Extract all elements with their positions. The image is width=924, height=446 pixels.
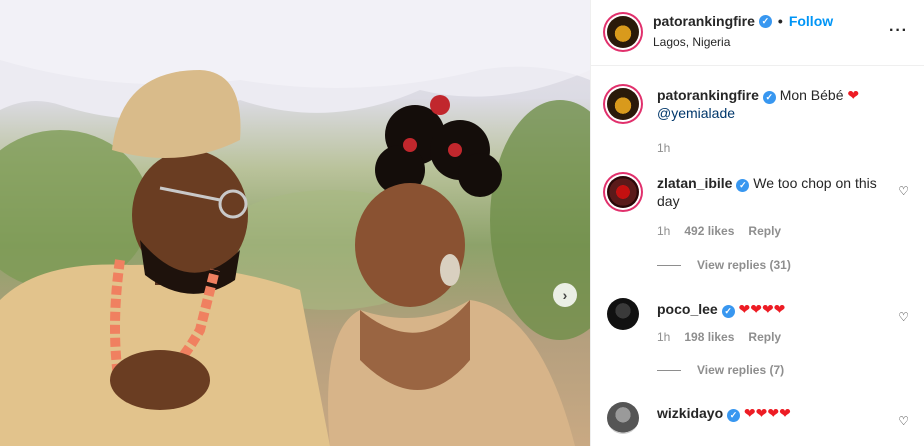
caption-avatar[interactable] [607, 88, 639, 120]
view-replies-label: View replies (31) [697, 258, 791, 272]
comment-body: poco_lee ✓ ❤❤❤❤ [657, 300, 887, 318]
commenter-avatar[interactable] [607, 402, 639, 434]
follow-button[interactable]: Follow [789, 13, 833, 29]
comment-username[interactable]: poco_lee [657, 301, 718, 317]
reply-button[interactable]: Reply [748, 330, 781, 344]
comments-list[interactable]: patorankingfire ✓ Mon Bébé ❤ @yemialade … [591, 66, 924, 446]
more-options-icon[interactable]: ··· [889, 22, 908, 40]
caption-mention[interactable]: @yemialade [657, 105, 735, 121]
commenter-avatar[interactable] [607, 298, 639, 330]
comment-meta-row: 1h 492 likes Reply [657, 224, 781, 238]
comment-time[interactable]: 1h [657, 224, 670, 238]
separator-dot: • [777, 13, 783, 29]
verified-badge-icon: ✓ [762, 91, 776, 104]
replies-line-divider [657, 264, 681, 266]
comment-time[interactable]: 1h [657, 330, 670, 344]
photo-illustration [0, 0, 590, 446]
post-photo[interactable]: › [0, 0, 590, 446]
red-heart-icon: ❤ [847, 87, 860, 103]
view-replies-label: View replies (7) [697, 363, 785, 377]
like-comment-icon[interactable]: ♡ [898, 414, 909, 428]
caption-time[interactable]: 1h [657, 141, 670, 155]
comment-hearts: ❤❤❤❤ [738, 301, 786, 317]
like-comment-icon[interactable]: ♡ [898, 184, 909, 198]
author-avatar[interactable] [607, 16, 639, 48]
post-header: patorankingfire ✓ • Follow Lagos, Nigeri… [591, 0, 924, 66]
next-photo-button[interactable]: › [553, 283, 577, 307]
author-line: patorankingfire ✓ • Follow [653, 13, 833, 29]
view-replies-button[interactable]: View replies (31) [657, 258, 791, 272]
view-replies-button[interactable]: View replies (7) [657, 363, 784, 377]
comment-body: wizkidayo ✓ ❤❤❤❤ [657, 404, 887, 422]
comment-likes[interactable]: 198 likes [684, 330, 734, 344]
chevron-right-icon: › [562, 287, 568, 303]
verified-badge-icon: ✓ [758, 14, 772, 28]
post-side-panel: patorankingfire ✓ • Follow Lagos, Nigeri… [590, 0, 924, 446]
caption-body: patorankingfire ✓ Mon Bébé ❤ @yemialade [657, 86, 887, 122]
verified-badge-icon: ✓ [736, 179, 750, 192]
caption-meta: 1h [657, 141, 670, 155]
comment-likes[interactable]: 492 likes [684, 224, 734, 238]
author-username[interactable]: patorankingfire [653, 13, 755, 29]
replies-line-divider [657, 369, 681, 371]
comment-meta-row: 1h 198 likes Reply [657, 330, 781, 344]
verified-badge-icon: ✓ [727, 409, 741, 422]
caption-text: Mon Bébé [779, 87, 844, 103]
verified-badge-icon: ✓ [721, 305, 735, 318]
post-location[interactable]: Lagos, Nigeria [653, 35, 730, 49]
caption-username[interactable]: patorankingfire [657, 87, 759, 103]
comment-username[interactable]: zlatan_ibile [657, 175, 732, 191]
commenter-avatar[interactable] [607, 176, 639, 208]
comment-username[interactable]: wizkidayo [657, 405, 723, 421]
comment-hearts: ❤❤❤❤ [743, 405, 791, 421]
like-comment-icon[interactable]: ♡ [898, 310, 909, 324]
comment-body: zlatan_ibile ✓ We too chop on this day [657, 174, 887, 210]
reply-button[interactable]: Reply [748, 224, 781, 238]
